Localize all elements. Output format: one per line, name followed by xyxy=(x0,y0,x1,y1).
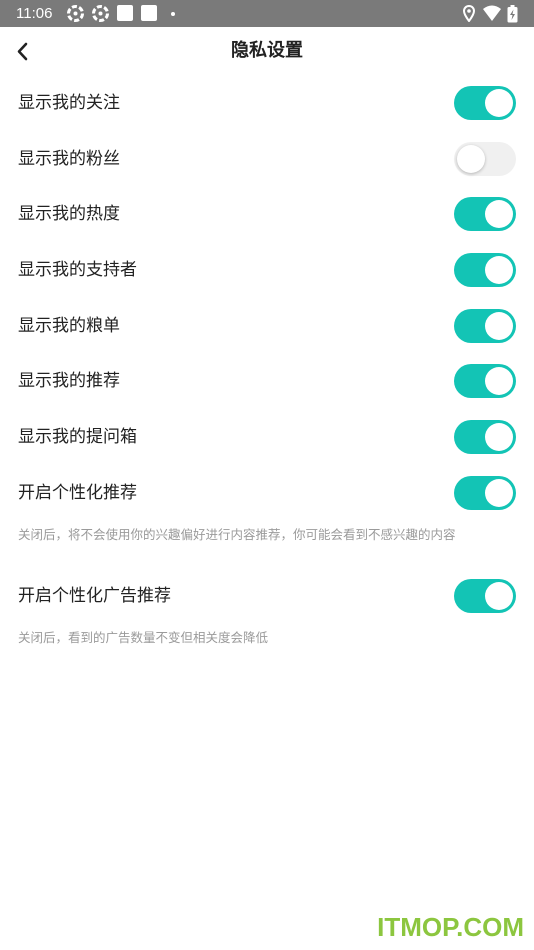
setting-label: 开启个性化推荐 xyxy=(18,482,137,503)
toggle-switch[interactable] xyxy=(454,197,516,232)
setting-label: 显示我的提问箱 xyxy=(18,426,137,447)
setting-show-lists: 显示我的粮单 xyxy=(0,298,534,354)
toggle-knob xyxy=(485,582,513,611)
page-title: 隐私设置 xyxy=(231,40,303,61)
setting-label: 显示我的支持者 xyxy=(18,259,137,280)
watermark: ITMOP.COM xyxy=(377,912,524,942)
toggle-switch[interactable] xyxy=(454,579,516,614)
toggle-switch[interactable] xyxy=(454,419,516,454)
setting-label: 显示我的粮单 xyxy=(18,315,120,336)
setting-personalized-recommendation: 开启个性化推荐 xyxy=(0,465,534,521)
toggle-knob xyxy=(485,422,513,451)
setting-label: 显示我的推荐 xyxy=(18,371,120,392)
toggle-knob xyxy=(485,255,513,284)
status-time: 11:06 xyxy=(16,5,53,22)
settings-icon xyxy=(92,5,109,22)
setting-show-supporters: 显示我的支持者 xyxy=(0,242,534,298)
setting-show-recommendations: 显示我的推荐 xyxy=(0,353,534,409)
setting-show-question-box: 显示我的提问箱 xyxy=(0,409,534,465)
toggle-knob xyxy=(485,478,513,507)
setting-show-fans: 显示我的粉丝 xyxy=(0,131,534,187)
dot-icon xyxy=(171,12,175,16)
toggle-knob xyxy=(457,144,485,173)
battery-icon xyxy=(507,5,518,23)
square-icon xyxy=(117,5,133,21)
toggle-knob xyxy=(485,200,513,229)
toggle-switch[interactable] xyxy=(454,252,516,287)
setting-label: 开启个性化广告推荐 xyxy=(18,586,171,607)
setting-label: 显示我的粉丝 xyxy=(18,148,120,169)
toggle-knob xyxy=(485,88,513,117)
setting-show-heat: 显示我的热度 xyxy=(0,186,534,242)
setting-label: 显示我的关注 xyxy=(18,92,120,113)
status-bar: 11:06 xyxy=(0,0,534,27)
setting-description: 关闭后，将不会使用你的兴趣偏好进行内容推荐，你可能会看到不感兴趣的内容 xyxy=(18,526,456,542)
settings-list: 显示我的关注 显示我的粉丝 显示我的热度 显示我的支持者 显示我的粮单 显示我的… xyxy=(0,75,534,672)
toggle-switch[interactable] xyxy=(454,85,516,120)
square-icon xyxy=(141,5,157,21)
header: 隐私设置 xyxy=(0,27,534,75)
toggle-switch[interactable] xyxy=(454,475,516,510)
toggle-switch[interactable] xyxy=(454,364,516,399)
setting-show-following: 显示我的关注 xyxy=(0,75,534,131)
setting-label: 显示我的热度 xyxy=(18,204,120,225)
toggle-switch[interactable] xyxy=(454,308,516,343)
location-icon xyxy=(463,5,475,22)
toggle-knob xyxy=(485,367,513,396)
setting-description: 关闭后，看到的广告数量不变但相关度会降低 xyxy=(18,630,269,646)
settings-icon xyxy=(67,5,84,22)
toggle-knob xyxy=(485,311,513,340)
toggle-switch[interactable] xyxy=(454,141,516,176)
wifi-icon xyxy=(483,5,501,21)
setting-personalized-ads: 开启个性化广告推荐 xyxy=(0,569,534,625)
